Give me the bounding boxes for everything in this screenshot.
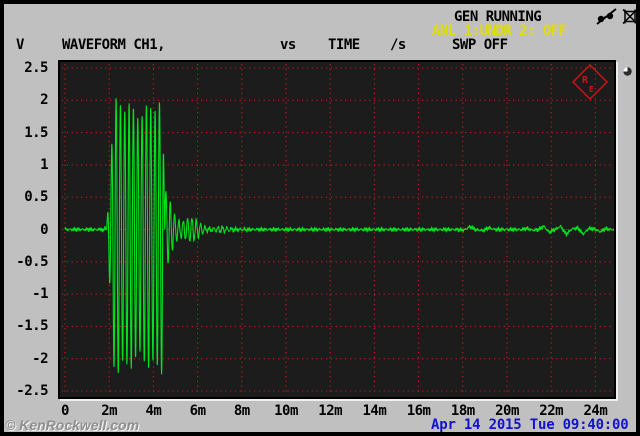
y-axis-unit: V [16,37,24,53]
x-tick-label: 24m [583,403,608,419]
y-tick-label: -1.5 [16,318,48,335]
instrument-screen: GEN RUNNING ANL 1:UNDR 2: OFF SWP OFF V … [0,0,640,436]
x-tick-label: 16m [406,403,431,419]
y-tick-label: -2 [32,350,48,367]
sweep-status: SWP OFF [452,37,508,53]
x-tick-label: 6m [189,403,206,419]
y-tick-label: 2 [40,92,48,109]
x-tick-label: 12m [318,403,343,419]
plot-area: RE [58,60,616,399]
y-tick-label: -2.5 [16,383,48,399]
x-tick-label: 18m [450,403,475,419]
x-tick-label: 0 [61,403,69,419]
x-axis-label: TIME [328,37,360,53]
x-tick-label: 2m [101,403,118,419]
analyzer-status: ANL 1:UNDR 2: OFF [432,23,567,39]
glasses-crossed-icon [596,8,617,25]
datetime-display: Apr 14 2015 Tue 09:40:00 [431,417,629,433]
top-right-icons [596,7,639,26]
trace-title: WAVEFORM CH1, [62,37,166,53]
x-tick-label: 8m [233,403,250,419]
y-tick-label: 0 [40,221,48,238]
x-tick-label: 22m [539,403,564,419]
generator-status: GEN RUNNING [454,9,542,25]
watermark: © KenRockwell.com [5,417,140,433]
x-tick-label: 20m [495,403,519,419]
y-tick-label: -0.5 [16,253,48,270]
ball-icon [623,67,632,76]
vs-label: vs [280,37,296,53]
y-tick-label: 1 [40,156,48,173]
logo-letter: R [582,75,589,86]
y-tick-label: -1 [32,286,48,303]
x-tick-label: 4m [145,403,162,419]
x-tick-label: 14m [362,403,387,419]
waveform-trace [64,98,614,375]
x-tick-label: 10m [274,403,298,419]
x-axis-unit: /s [390,37,406,53]
y-tick-label: 2.5 [24,60,48,76]
box-crossed-icon [622,8,638,25]
y-tick-label: 1.5 [24,124,48,141]
y-tick-label: 0.5 [24,189,48,206]
logo-letter: E [589,85,594,94]
waveform-chart: RE [62,63,614,395]
